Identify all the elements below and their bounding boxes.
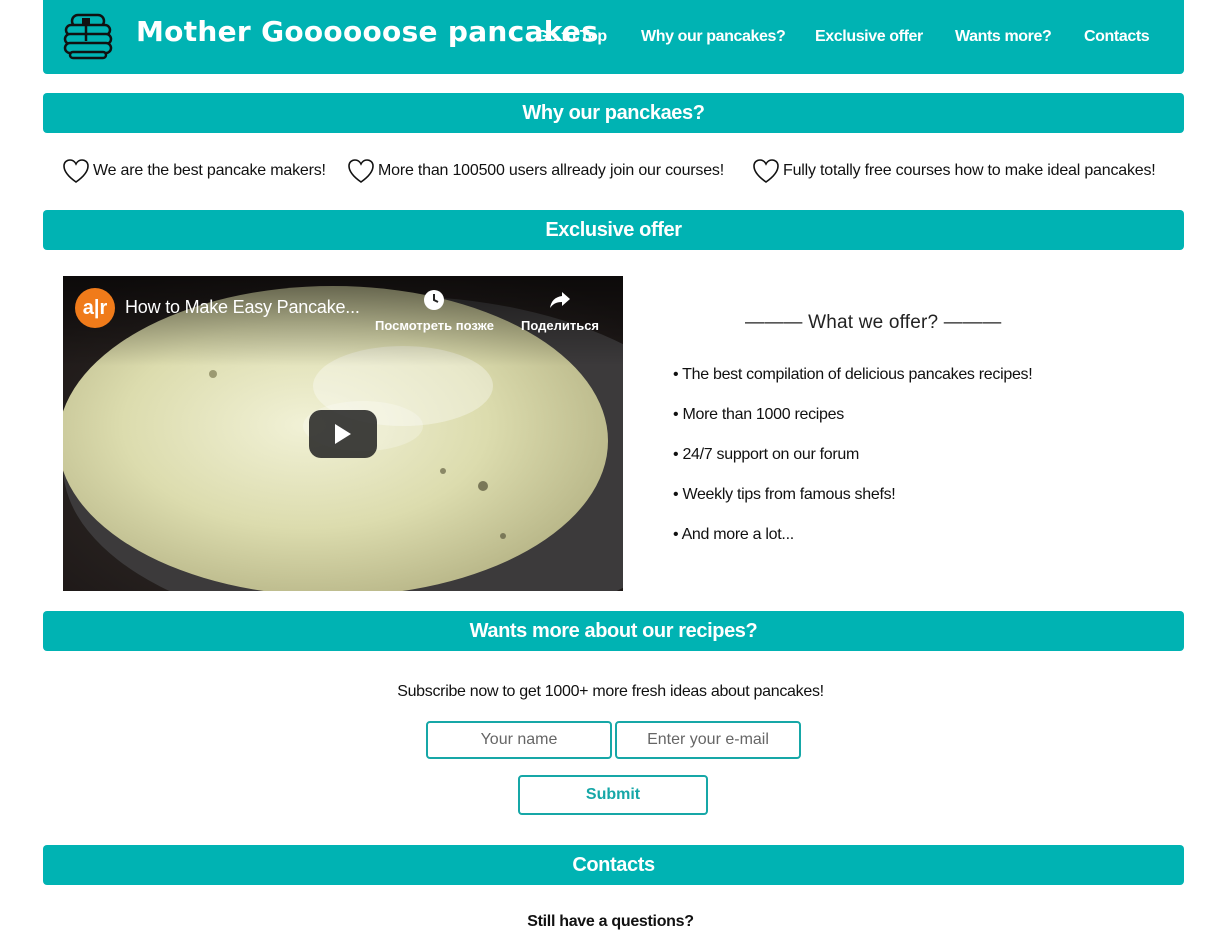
clock-icon	[424, 290, 445, 310]
site-header: Mother Goooooose pancakes Go to Top Why …	[43, 0, 1184, 74]
watch-later-label: Посмотреть позже	[375, 318, 494, 333]
heart-icon	[753, 159, 779, 183]
video-player[interactable]: a|r How to Make Easy Pancake... Посмотре…	[63, 276, 623, 591]
name-input[interactable]	[426, 721, 612, 759]
nav-contacts[interactable]: Contacts	[1084, 28, 1150, 46]
benefit-text: More than 100500 users allready join our…	[378, 162, 724, 179]
nav-exclusive-offer[interactable]: Exclusive offer	[815, 28, 923, 46]
benefit-text: We are the best pancake makers!	[93, 162, 326, 179]
contacts-question: Still have a questions?	[527, 913, 694, 930]
benefit-item: We are the best pancake makers!	[62, 157, 326, 185]
submit-button[interactable]: Submit	[518, 775, 708, 815]
offer-item: • More than 1000 recipes	[673, 406, 844, 423]
benefit-item: Fully totally free courses how to make i…	[752, 157, 1156, 185]
subscribe-text: Subscribe now to get 1000+ more fresh id…	[397, 683, 824, 700]
main-nav: Go to Top Why our pancakes? Exclusive of…	[43, 28, 1184, 48]
play-icon	[335, 424, 351, 444]
offer-subtitle: ——— What we offer? ———	[745, 312, 1002, 333]
share-label: Поделиться	[521, 318, 600, 333]
play-button[interactable]	[309, 410, 377, 458]
offer-item: • 24/7 support on our forum	[673, 446, 860, 463]
offer-item: • The best compilation of delicious panc…	[673, 366, 1033, 383]
email-input[interactable]	[615, 721, 801, 759]
offer-heading: Exclusive offer	[43, 210, 1184, 250]
subscribe-heading: Wants more about our recipes?	[43, 611, 1184, 651]
contacts-heading: Contacts	[43, 845, 1184, 885]
offer-list: • The best compilation of delicious panc…	[673, 365, 1033, 565]
share-button[interactable]: Поделиться	[521, 288, 599, 333]
why-heading: Why our panckaes?	[43, 93, 1184, 133]
benefit-item: More than 100500 users allready join our…	[347, 157, 724, 185]
video-title[interactable]: How to Make Easy Pancake...	[125, 297, 360, 318]
heart-icon	[348, 159, 374, 183]
nav-go-to-top[interactable]: Go to Top	[536, 28, 607, 46]
nav-wants-more[interactable]: Wants more?	[955, 28, 1052, 46]
watch-later-button[interactable]: Посмотреть позже	[375, 288, 494, 333]
offer-item: • Weekly tips from famous shefs!	[673, 486, 896, 503]
heart-icon	[63, 159, 89, 183]
benefit-text: Fully totally free courses how to make i…	[783, 162, 1156, 179]
offer-item: • And more a lot...	[673, 526, 794, 543]
share-icon	[550, 292, 571, 308]
nav-why-our-pancakes[interactable]: Why our pancakes?	[641, 28, 786, 46]
channel-logo[interactable]: a|r	[75, 288, 115, 328]
